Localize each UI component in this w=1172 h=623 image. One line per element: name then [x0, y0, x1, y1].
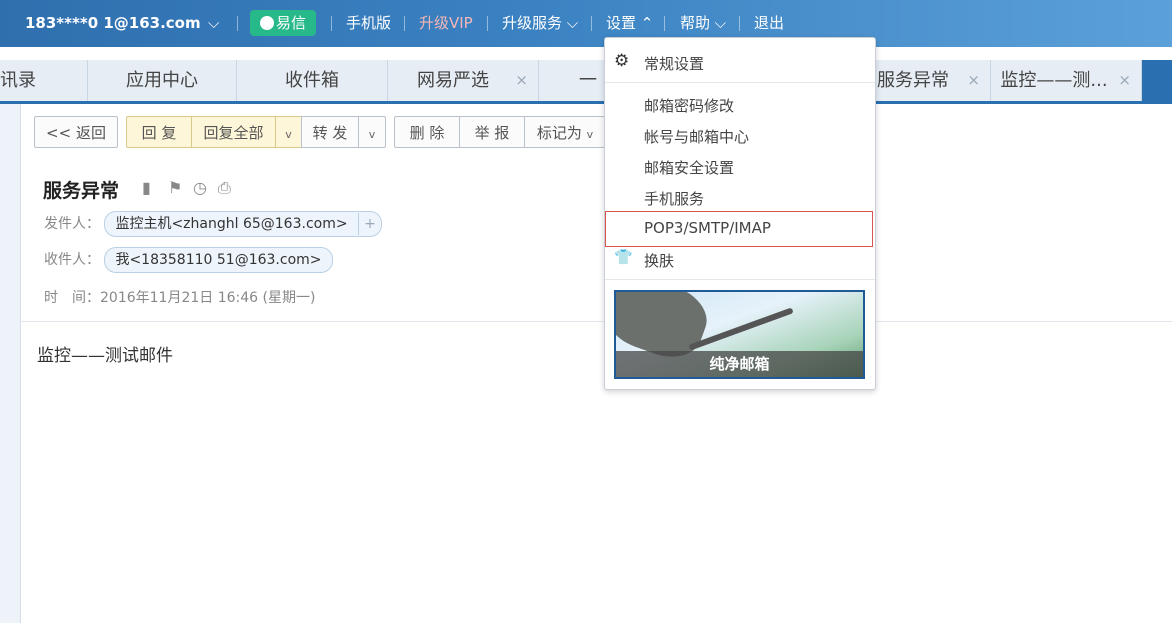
email-body: 监控——测试邮件 [37, 346, 173, 366]
menu-item-skin[interactable]: 换肤 [644, 250, 674, 271]
tab-yanxuan[interactable]: 网易严选 × [388, 60, 539, 101]
divider [664, 16, 665, 31]
reply-dropdown-button[interactable]: v [275, 116, 302, 148]
chevron-down-icon: v [586, 128, 594, 141]
forward-dropdown-button[interactable]: v [358, 116, 386, 148]
tab-label: 网易严选 [417, 70, 489, 91]
yixin-icon [259, 16, 274, 30]
delete-button[interactable]: 删 除 [394, 116, 460, 148]
skin-preview[interactable]: 纯净邮箱 [614, 290, 865, 379]
tab-label: 服务异常 [877, 70, 949, 91]
mark-as-button[interactable]: 标记为 v [524, 116, 606, 148]
yixin-label: 易信 [275, 14, 306, 32]
close-icon[interactable]: × [1118, 60, 1131, 101]
close-icon[interactable]: × [515, 60, 528, 101]
forward-button[interactable]: 转 发 [301, 116, 359, 148]
sender-label: 发件人： [44, 216, 100, 232]
tab-bar: 讯录 应用中心 收件箱 网易严选 × 一 服务异常 × 监控——测... × [0, 60, 1172, 104]
divider [591, 16, 592, 31]
report-button[interactable]: 举 报 [459, 116, 525, 148]
time-value: 2016年11月21日 16:46 (星期一) [100, 290, 316, 306]
menu-item-account-center[interactable]: 帐号与邮箱中心 [644, 126, 749, 147]
back-button[interactable]: << 返回 [34, 116, 118, 148]
tab-service-error[interactable]: 服务异常 × [860, 60, 991, 101]
divider [331, 16, 332, 31]
sender-pill[interactable]: 监控主机<zhanghl 65@163.com> + [104, 211, 383, 237]
skin-name: 纯净邮箱 [616, 351, 863, 377]
recipient-pill[interactable]: 我<18358110 51@163.com> [104, 247, 333, 273]
tab-inbox[interactable]: 收件箱 [237, 60, 388, 101]
menu-item-password[interactable]: 邮箱密码修改 [644, 95, 734, 116]
chevron-down-icon: v [368, 128, 376, 141]
top-bar: 183****0 1@163.com ⌵ 易信 手机版 升级VIP 升级服务 ⌵… [0, 0, 1172, 47]
reply-button[interactable]: 回 复 [126, 116, 192, 148]
menu-item-mobile-service[interactable]: 手机服务 [644, 188, 704, 209]
header-divider [20, 321, 1172, 322]
upgrade-service-menu[interactable]: 升级服务 ⌵ [502, 0, 578, 47]
recipient-address: 我<18358110 51@163.com> [115, 252, 322, 268]
settings-dropdown: ⚙ 常规设置 邮箱密码修改 帐号与邮箱中心 邮箱安全设置 手机服务 POP3/S… [604, 37, 876, 390]
divider [404, 16, 405, 31]
yixin-button[interactable]: 易信 [250, 10, 316, 36]
tab-contacts[interactable]: 讯录 [0, 60, 88, 101]
menu-divider [605, 82, 875, 83]
reply-all-button[interactable]: 回复全部 [191, 116, 276, 148]
email-subject: 服务异常 [43, 180, 120, 202]
clock-icon[interactable]: ◷ [193, 178, 207, 197]
upgrade-vip-link[interactable]: 升级VIP [419, 0, 473, 47]
tab-app-center[interactable]: 应用中心 [88, 60, 237, 101]
chevron-down-icon: v [285, 128, 292, 141]
menu-divider [605, 279, 875, 280]
left-panel-edge [0, 104, 21, 623]
menu-item-security[interactable]: 邮箱安全设置 [644, 157, 734, 178]
sender-address: 监控主机<zhanghl 65@163.com> [115, 216, 348, 232]
divider [237, 16, 238, 31]
shirt-icon: 👕 [614, 248, 633, 266]
tab-label: 收件箱 [285, 70, 339, 91]
menu-item-pop3-smtp-imap[interactable]: POP3/SMTP/IMAP [644, 219, 771, 237]
tab-monitor-test[interactable]: 监控——测... × [991, 60, 1142, 101]
time-label: 时 间： [44, 290, 100, 306]
recipient-row: 收件人： 我<18358110 51@163.com> [44, 247, 333, 273]
mobile-version-link[interactable]: 手机版 [346, 0, 391, 47]
bookmark-icon[interactable]: ▮ [142, 178, 151, 197]
divider [739, 16, 740, 31]
tab-label: 讯录 [0, 70, 36, 91]
add-contact-icon[interactable]: + [358, 213, 381, 235]
mark-as-label: 标记为 [536, 124, 582, 142]
account-dropdown-caret[interactable]: ⌵ [208, 0, 219, 47]
flag-icon[interactable]: ⚑ [168, 178, 182, 197]
divider [487, 16, 488, 31]
menu-item-general-settings[interactable]: 常规设置 [644, 53, 704, 74]
close-icon[interactable]: × [967, 60, 980, 101]
time-row: 时 间：2016年11月21日 16:46 (星期一) [44, 287, 315, 307]
tab-label: 应用中心 [126, 70, 198, 91]
tab-label: 监控——测... [1000, 70, 1108, 91]
gear-icon: ⚙ [614, 51, 630, 71]
tab-active-partial[interactable] [1142, 60, 1172, 101]
tab-label: 一 [579, 70, 597, 91]
recipient-label: 收件人： [44, 252, 100, 268]
sender-row: 发件人： 监控主机<zhanghl 65@163.com> + [44, 211, 383, 237]
print-icon[interactable]: ⎙ [218, 178, 231, 198]
account-email[interactable]: 183****0 1@163.com [25, 0, 201, 47]
